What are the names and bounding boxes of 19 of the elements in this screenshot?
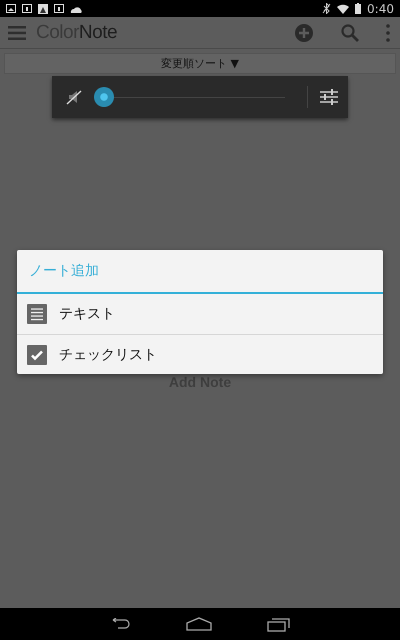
settings-icon[interactable] <box>320 89 338 105</box>
wifi-icon <box>337 4 350 14</box>
image-icon <box>38 4 48 14</box>
dialog-option[interactable]: テキスト <box>17 294 383 334</box>
picture-icon <box>6 4 16 13</box>
dialog-option[interactable]: チェックリスト <box>17 334 383 374</box>
muted-speaker-icon[interactable] <box>66 89 82 105</box>
battery-icon <box>355 3 362 14</box>
slider-thumb[interactable] <box>94 87 114 107</box>
cloud-icon <box>70 4 82 12</box>
clock-time: 0:40 <box>367 2 394 16</box>
bluetooth-off-icon <box>322 3 332 14</box>
dialog-title: ノート追加 <box>17 250 383 294</box>
calendar-icon <box>54 4 64 13</box>
calendar-icon <box>22 4 32 13</box>
checkbox-icon <box>27 344 47 364</box>
home-icon[interactable] <box>186 617 212 631</box>
recents-icon[interactable] <box>267 616 291 632</box>
lines-icon <box>27 304 47 324</box>
